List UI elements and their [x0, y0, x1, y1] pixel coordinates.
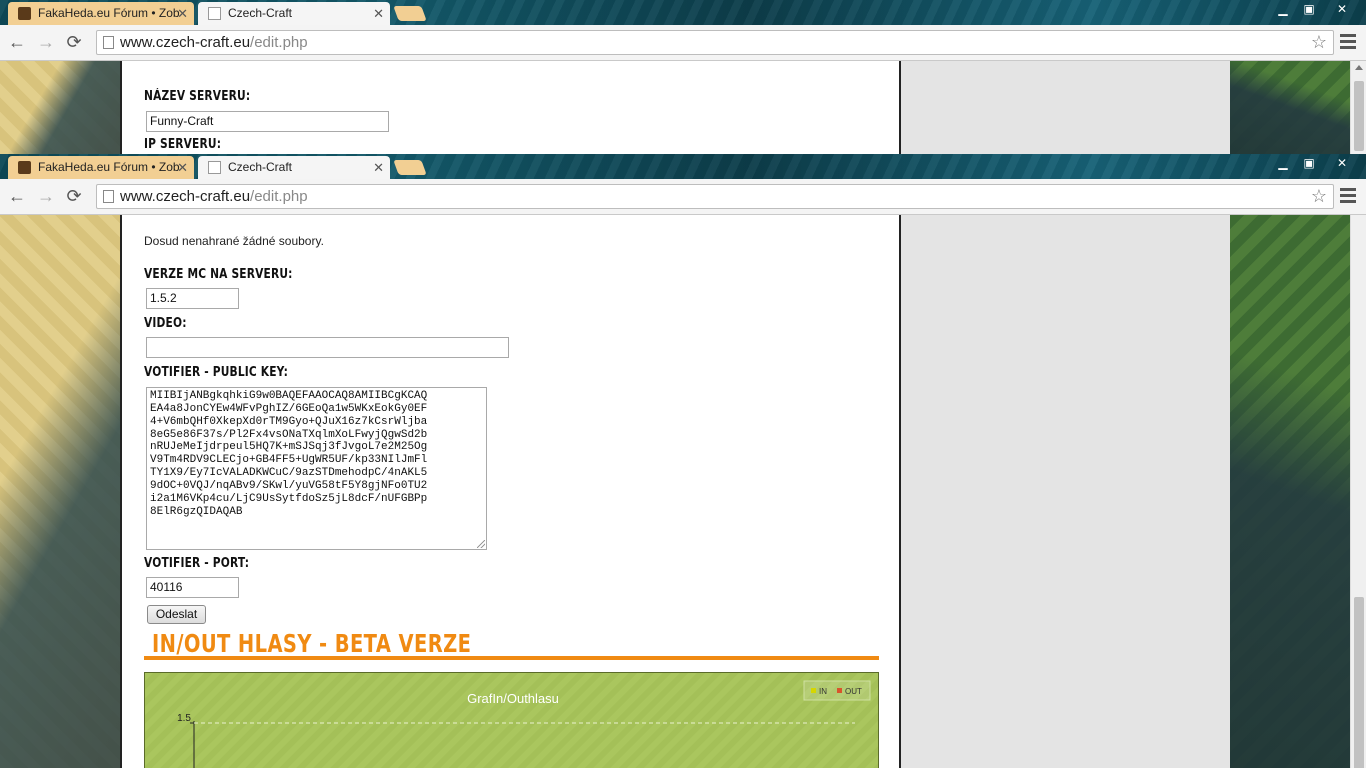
votifier-key-label: Votifier - Public key:: [144, 365, 289, 380]
back-arrow-icon[interactable]: ←: [5, 184, 29, 208]
legend-swatch-in: [811, 688, 816, 693]
legend-swatch-out: [837, 688, 842, 693]
chart-y-tick-label: 1.5: [177, 713, 191, 724]
tab-title: Czech-Craft: [228, 160, 293, 174]
new-tab-button[interactable]: [393, 6, 427, 21]
forward-arrow-icon[interactable]: →: [34, 184, 58, 208]
page-favicon-icon: [208, 7, 221, 20]
page-icon: [103, 36, 114, 49]
url-text: www.czech-craft.eu/edit.php: [120, 188, 308, 205]
tab-title: Czech-Craft: [228, 6, 293, 20]
mc-version-input[interactable]: 1.5.2: [146, 288, 239, 309]
resize-grip-icon[interactable]: [477, 540, 485, 548]
minimize-icon[interactable]: ▁: [1270, 0, 1296, 18]
back-arrow-icon[interactable]: ←: [5, 30, 29, 54]
page-icon: [103, 190, 114, 203]
close-icon[interactable]: ✕: [1324, 154, 1360, 172]
url-text: www.czech-craft.eu/edit.php: [120, 34, 308, 51]
browser-toolbar: ← → ⟳ www.czech-craft.eu/edit.php ☆: [0, 25, 1366, 61]
section-title: In/Out hlasy - Beta verze: [152, 629, 472, 658]
content-column: Název serveru: Funny-Craft IP serveru:: [120, 61, 901, 154]
files-info-text: Dosud nenahrané žádné soubory.: [144, 234, 324, 248]
browser-window-top: FakaHeda.eu Fórum • Zob ✕ Czech-Craft ✕ …: [0, 0, 1366, 154]
server-ip-label: IP serveru:: [144, 137, 222, 152]
page-viewport: Dosud nenahrané žádné soubory. Verze MC …: [0, 215, 1350, 768]
bookmark-star-icon[interactable]: ☆: [1311, 31, 1327, 54]
legend-label-in: IN: [819, 687, 827, 696]
background-art-left: [0, 215, 120, 768]
legend-label-out: OUT: [845, 687, 862, 696]
votifier-key-textarea[interactable]: MIIBIjANBgkqhkiG9w0BAQEFAAOCAQ8AMIIBCgKC…: [146, 387, 487, 550]
content-column: Dosud nenahrané žádné soubory. Verze MC …: [120, 215, 901, 768]
maximize-icon[interactable]: ▣: [1296, 0, 1322, 18]
server-name-input[interactable]: Funny-Craft: [146, 111, 389, 132]
sidebar-column: [901, 215, 1230, 768]
section-divider: [144, 656, 879, 660]
fakaheda-favicon-icon: [18, 7, 31, 20]
browser-toolbar: ← → ⟳ www.czech-craft.eu/edit.php ☆: [0, 179, 1366, 215]
maximize-icon[interactable]: ▣: [1296, 154, 1322, 172]
scrollbar[interactable]: [1350, 215, 1366, 768]
tab-czech-craft[interactable]: Czech-Craft ✕: [198, 2, 390, 25]
mc-version-label: Verze MC na serveru:: [144, 267, 293, 282]
reload-icon[interactable]: ⟳: [62, 184, 86, 208]
forward-arrow-icon[interactable]: →: [34, 30, 58, 54]
minimize-icon[interactable]: ▁: [1270, 154, 1296, 172]
tab-title: FakaHeda.eu Fórum • Zob: [38, 160, 180, 174]
background-art-right: [1230, 215, 1350, 768]
background-art-left: [0, 61, 120, 154]
votes-chart: GrafIn/Outhlasu IN OUT 1.5: [144, 672, 879, 768]
browser-window-bottom: FakaHeda.eu Fórum • Zob ✕ Czech-Craft ✕ …: [0, 154, 1366, 768]
server-name-label: Název serveru:: [144, 89, 251, 104]
tab-bar: FakaHeda.eu Fórum • Zob ✕ Czech-Craft ✕ …: [0, 0, 1366, 25]
chart-title: GrafIn/Outhlasu: [467, 691, 559, 706]
menu-icon[interactable]: [1340, 188, 1356, 204]
scroll-up-icon[interactable]: [1355, 65, 1363, 70]
close-icon[interactable]: ✕: [1324, 0, 1360, 18]
votifier-port-input[interactable]: 40116: [146, 577, 239, 598]
fakaheda-favicon-icon: [18, 161, 31, 174]
reload-icon[interactable]: ⟳: [62, 30, 86, 54]
scroll-thumb[interactable]: [1354, 81, 1364, 151]
submit-button[interactable]: Odeslat: [147, 605, 206, 624]
tab-fakaheda[interactable]: FakaHeda.eu Fórum • Zob ✕: [8, 156, 194, 179]
bookmark-star-icon[interactable]: ☆: [1311, 185, 1327, 208]
scrollbar[interactable]: [1350, 61, 1366, 154]
video-input[interactable]: [146, 337, 509, 358]
new-tab-button[interactable]: [393, 160, 427, 175]
tab-close-icon[interactable]: ✕: [177, 156, 188, 179]
tab-bar: FakaHeda.eu Fórum • Zob ✕ Czech-Craft ✕ …: [0, 154, 1366, 179]
votes-chart-svg: GrafIn/Outhlasu IN OUT 1.5: [177, 680, 871, 768]
votifier-port-label: Votifier - port:: [144, 556, 250, 571]
tab-czech-craft[interactable]: Czech-Craft ✕: [198, 156, 390, 179]
page-favicon-icon: [208, 161, 221, 174]
background-art-right: [1230, 61, 1350, 154]
sidebar-column: [901, 61, 1230, 154]
address-bar[interactable]: www.czech-craft.eu/edit.php ☆: [96, 30, 1334, 55]
tab-title: FakaHeda.eu Fórum • Zob: [38, 6, 180, 20]
scroll-thumb[interactable]: [1354, 597, 1364, 768]
tab-close-icon[interactable]: ✕: [373, 156, 384, 179]
video-label: Video:: [144, 316, 187, 331]
tab-fakaheda[interactable]: FakaHeda.eu Fórum • Zob ✕: [8, 2, 194, 25]
address-bar[interactable]: www.czech-craft.eu/edit.php ☆: [96, 184, 1334, 209]
tab-close-icon[interactable]: ✕: [373, 2, 384, 25]
menu-icon[interactable]: [1340, 34, 1356, 50]
tab-close-icon[interactable]: ✕: [177, 2, 188, 25]
page-viewport: Název serveru: Funny-Craft IP serveru:: [0, 61, 1350, 154]
